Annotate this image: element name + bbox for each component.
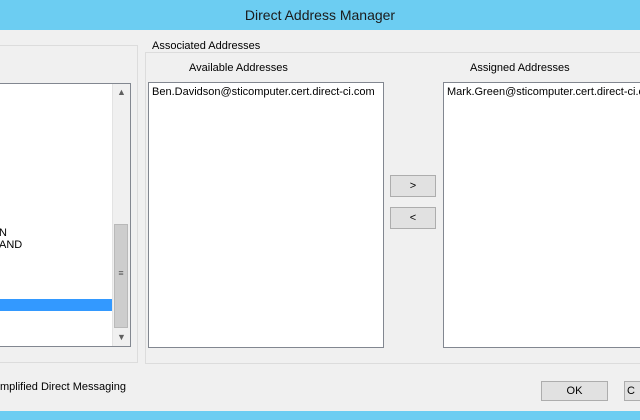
available-addresses-label: Available Addresses [189,62,288,74]
list-item[interactable]: Ben.Davidson@sticomputer.cert.direct-ci.… [152,86,375,98]
list-item[interactable]: Mark.Green@sticomputer.cert.direct-ci.co… [447,86,640,98]
move-right-button[interactable]: > [390,175,436,197]
left-list[interactable]: N AND ▲ ≡ ▼ [0,83,131,347]
left-list-selected-row[interactable] [0,299,113,311]
assigned-addresses-label: Assigned Addresses [470,62,570,74]
left-list-fragment[interactable]: AND [0,239,22,251]
scroll-down-icon[interactable]: ▼ [113,329,130,346]
cancel-button[interactable]: C [624,381,640,401]
assigned-addresses-list[interactable]: Mark.Green@sticomputer.cert.direct-ci.co… [443,82,640,348]
simplified-direct-messaging-checkbox-label[interactable]: mplified Direct Messaging [0,381,126,393]
scrollbar-thumb[interactable]: ≡ [114,224,128,328]
available-addresses-list[interactable]: Ben.Davidson@sticomputer.cert.direct-ci.… [148,82,384,348]
left-list-scrollbar[interactable]: ▲ ≡ ▼ [112,84,130,346]
title-bar: Direct Address Manager [0,0,640,30]
grip-icon: ≡ [118,268,124,278]
window-title: Direct Address Manager [244,7,396,23]
left-list-fragment[interactable]: N [0,227,7,239]
window-bottom-border [0,411,640,420]
scroll-up-icon[interactable]: ▲ [113,84,130,101]
ok-button[interactable]: OK [541,381,608,401]
move-left-button[interactable]: < [390,207,436,229]
associated-addresses-title: Associated Addresses [150,40,263,52]
